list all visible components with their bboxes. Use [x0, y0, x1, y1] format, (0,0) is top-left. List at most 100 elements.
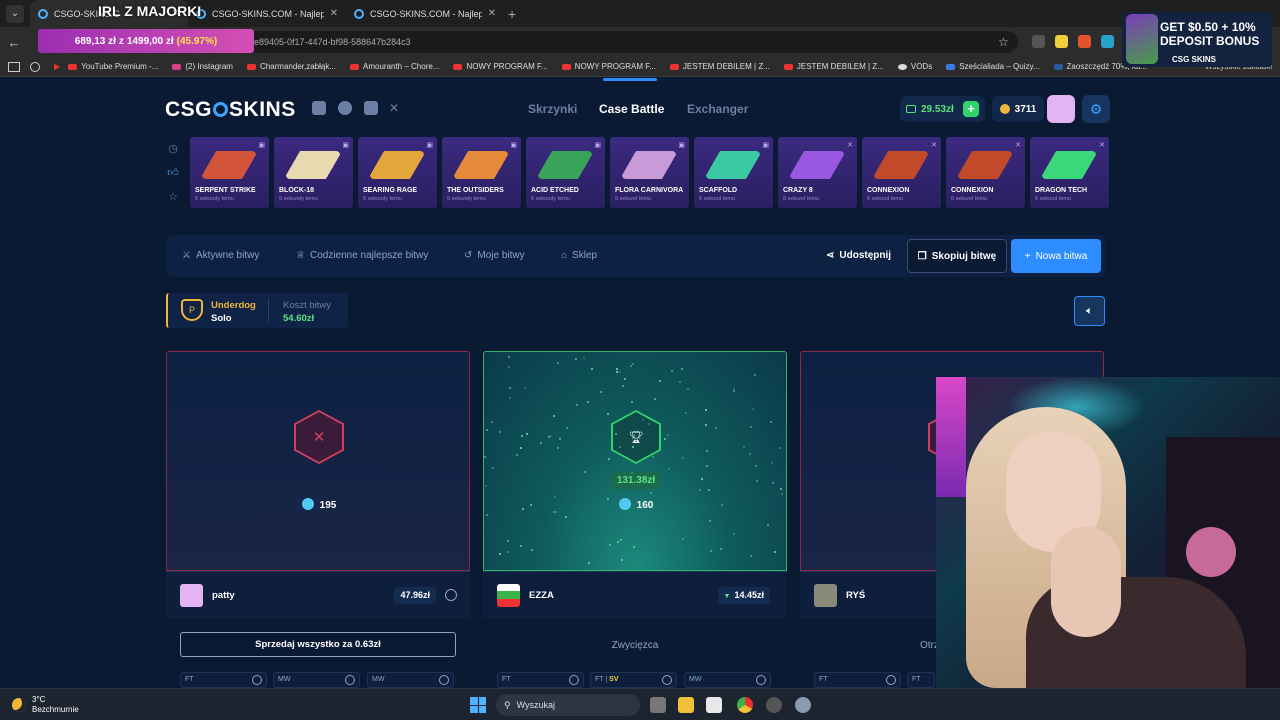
tab-search-menu-button[interactable]: ⌄ [6, 4, 24, 23]
nav-cases[interactable]: Skrzynki [528, 102, 577, 116]
skin-wear-chip[interactable]: MW [367, 672, 454, 688]
bookmark-icon[interactable] [30, 61, 40, 72]
nav-exchanger[interactable]: Exchanger [687, 102, 748, 116]
shop-link[interactable]: ⌂ Sklep [561, 250, 597, 261]
live-drop-card[interactable]: ▣ SERPENT STRIKE 5 sekundy temu [190, 137, 269, 208]
player-name: EZZA [529, 590, 554, 601]
coins-balance[interactable]: 3711 [992, 96, 1044, 122]
emoji-reaction-icon[interactable] [445, 589, 457, 601]
star-icon[interactable]: ☆ [166, 190, 180, 203]
particle-dot [721, 504, 723, 506]
new-tab-button[interactable]: + [508, 6, 516, 22]
thumbs-up-icon[interactable]: 👍︎ [166, 166, 180, 179]
daily-best-battles-link[interactable]: ♕ Codzienne najlepsze bitwy [296, 250, 428, 261]
battle-type: Solo [211, 313, 232, 324]
settings-gear-icon[interactable]: ⚙ [1082, 95, 1110, 123]
particle-dot [565, 516, 567, 518]
bookmark-item[interactable]: VODs [897, 62, 932, 71]
live-drop-card[interactable]: ▣ THE OUTSIDERS 5 sekundy temu [442, 137, 521, 208]
cam-streamer-hand [1051, 527, 1121, 637]
share-button[interactable]: ⋖ Udostępnij [826, 250, 891, 261]
windows-start-icon[interactable] [470, 697, 486, 713]
particle-dot [750, 555, 752, 557]
bookmark-item[interactable]: JESTEM DEBILEM | Z... [669, 62, 770, 71]
extension-icon[interactable] [1032, 35, 1045, 48]
taskbar-search[interactable]: ⚲ Wyszukaj [496, 694, 640, 716]
live-drop-card[interactable]: ✕ CONNEXION 6 sekund temu [946, 137, 1025, 208]
x-twitter-icon[interactable]: ✕ [389, 101, 403, 115]
copy-battle-button[interactable]: ❐ Skopiuj bitwę [907, 239, 1007, 273]
particle-dot [609, 544, 611, 546]
skin-wear-chip[interactable]: MW [273, 672, 360, 688]
site-logo[interactable]: CSG SKINS [165, 98, 296, 122]
extension-icon[interactable] [1101, 35, 1114, 48]
live-drop-card[interactable]: ▣ SCAFFOLD 6 sekund temu [694, 137, 773, 208]
extension-icon[interactable] [1055, 35, 1068, 48]
battle-cost-value: 54.60zł [283, 313, 315, 324]
live-drop-card[interactable]: ▣ SEARING RAGE 5 sekundy temu [358, 137, 437, 208]
skin-wear-chip[interactable]: MW [684, 672, 771, 688]
store-icon[interactable] [706, 697, 722, 713]
sound-toggle-icon[interactable]: 🔈︎ [1074, 296, 1105, 326]
close-tab-icon[interactable]: ✕ [488, 8, 496, 19]
sell-all-button[interactable]: Sprzedaj wszystko za 0.63zł [180, 632, 456, 657]
file-explorer-icon[interactable] [678, 697, 694, 713]
bookmark-item[interactable]: JESTEM DEBILEM | Z... [783, 62, 884, 71]
browser-tab-2[interactable]: CSGO-SKINS.COM - Najlepsze ✕ [188, 0, 346, 27]
player-avatar[interactable] [497, 584, 520, 607]
skin-wear-chip[interactable]: FT [907, 672, 935, 688]
particle-dot [749, 453, 751, 455]
live-drop-card[interactable]: ▣ FLORA CARNIVORA 5 sekund temu [610, 137, 689, 208]
settings-icon[interactable] [795, 697, 811, 713]
skin-wear-chip[interactable]: FT [180, 672, 267, 688]
bookmark-item[interactable]: NOWY PROGRAM F... [453, 62, 548, 71]
particle-dot [682, 538, 684, 540]
bookmark-item[interactable]: Charmander,zabłąk... [246, 62, 336, 71]
chrome-icon[interactable] [737, 697, 753, 713]
bookmark-item[interactable]: Sześcialiada – Quizy... [946, 62, 1040, 71]
goal-current: 689,13 zł [74, 35, 116, 47]
app-icon[interactable] [766, 697, 782, 713]
player-avatar[interactable] [814, 584, 837, 607]
live-drop-card[interactable]: ▣ ACID ETCHED 6 sekundy temu [526, 137, 605, 208]
bookmark-item[interactable]: Amouranth – Chore... [350, 62, 439, 71]
bookmark-item[interactable]: YouTube Premium -... [68, 62, 158, 71]
live-drop-card[interactable]: ✕ CONNEXION 6 sekund temu [862, 137, 941, 208]
particle-dot [705, 409, 707, 411]
live-drop-card[interactable]: ✕ CRAZY 8 8 sekund temu [778, 137, 857, 208]
apps-grid-icon[interactable] [8, 61, 20, 72]
player-avatar[interactable] [180, 584, 203, 607]
bookmark-star-icon[interactable]: ☆ [998, 35, 1009, 49]
skin-wear-chip[interactable]: FT [497, 672, 584, 688]
discord-icon[interactable] [312, 101, 326, 115]
live-drop-card[interactable]: ✕ DRAGON TECH 6 sekund temu [1030, 137, 1109, 208]
close-tab-icon[interactable]: ✕ [330, 8, 338, 19]
extension-icon[interactable] [1078, 35, 1091, 48]
task-view-icon[interactable] [650, 697, 666, 713]
nav-case-battle[interactable]: Case Battle [599, 102, 664, 116]
user-avatar[interactable] [1047, 95, 1075, 123]
back-arrow-icon[interactable]: ← [0, 35, 28, 50]
particle-dot [671, 370, 673, 372]
deposit-plus-button[interactable]: + [963, 101, 979, 117]
instagram-icon[interactable] [364, 101, 378, 115]
divider [268, 298, 269, 323]
youtube-icon[interactable]: ▶ [54, 62, 60, 71]
bookmark-item[interactable]: NOWY PROGRAM F... [561, 62, 656, 71]
browser-tab-3[interactable]: CSGO-SKINS.COM - Najlepsze ✕ [346, 0, 504, 27]
weather-widget[interactable]: 3°C Bezchmurnie [12, 695, 79, 715]
particle-dot [583, 357, 585, 359]
skin-wear-chip[interactable]: FT [814, 672, 901, 688]
live-drop-card[interactable]: ▣ BLOCK-18 5 sekundy temu [274, 137, 353, 208]
bookmark-item[interactable]: (2) Instagram [172, 62, 233, 71]
my-battles-link[interactable]: ↺ Moje bitwy [464, 250, 525, 261]
player-row-1: patty 47.96zł [166, 571, 470, 618]
active-battles-link[interactable]: ⚔ Aktywne bitwy [182, 250, 259, 261]
facebook-icon[interactable] [338, 101, 352, 115]
wallet-balance[interactable]: 29.53zł + [900, 96, 985, 122]
drop-time: 5 sekund temu [615, 196, 652, 202]
clock-icon[interactable]: ◷ [166, 142, 180, 155]
bookmarks-bar: ▶ YouTube Premium -... (2) Instagram Cha… [0, 57, 1280, 77]
skin-wear-chip[interactable]: FT | SV [590, 672, 677, 688]
new-battle-button[interactable]: + Nowa bitwa [1011, 239, 1101, 273]
